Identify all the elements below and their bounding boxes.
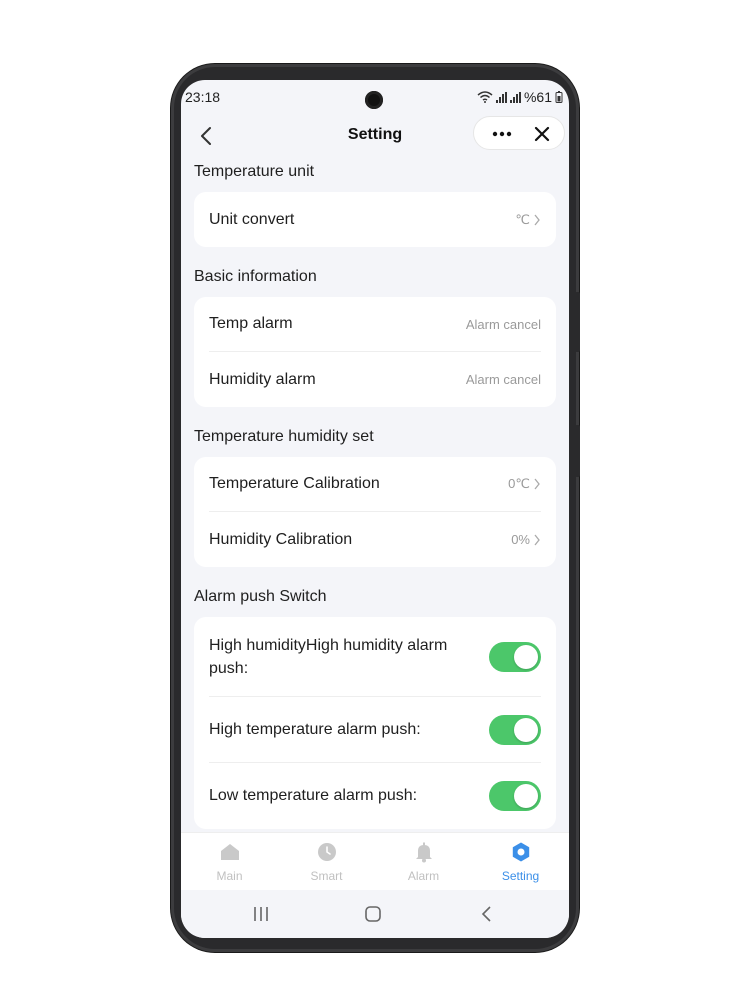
battery-text: %61 [523, 89, 552, 105]
nav-bar: Setting [181, 114, 569, 158]
row-label: High temperature alarm push: [209, 720, 421, 738]
row-label: Unit convert [209, 210, 295, 228]
chevron-right-icon [534, 478, 540, 490]
row-high-humidity-push: High humidityHigh humidity alarm push: [209, 617, 541, 697]
tab-label: Main [216, 869, 243, 883]
tab-label: Setting [501, 869, 540, 883]
settings-content: Temperature unit Unit convert ℃ Basic in… [194, 158, 556, 845]
bell-icon [415, 842, 432, 863]
row-high-temperature-push: High temperature alarm push: [209, 697, 541, 763]
row-temp-alarm[interactable]: Temp alarm Alarm cancel [209, 297, 541, 352]
tab-label: Alarm [407, 869, 440, 883]
row-label: Low temperature alarm push: [209, 787, 418, 804]
toggle-knob [514, 784, 538, 808]
system-nav-bar [181, 890, 569, 938]
power-button [575, 425, 580, 477]
close-icon[interactable] [530, 122, 554, 146]
phone-screen: 23:18 %61 Setting Temperature unit Unit … [181, 80, 569, 938]
row-label: Temperature Calibration [209, 475, 380, 492]
chevron-right-icon [534, 214, 540, 225]
front-camera [365, 91, 383, 109]
gear-icon [512, 842, 529, 862]
calibration-value: 0℃ [508, 476, 530, 491]
high-temperature-push-toggle[interactable] [489, 714, 541, 745]
signal-icon-1 [495, 91, 507, 103]
tab-smart[interactable]: Smart [278, 833, 375, 890]
row-humidity-calibration[interactable]: Humidity Calibration 0% [209, 512, 541, 567]
row-label: Humidity alarm [209, 370, 316, 388]
card-temperature-unit: Unit convert ℃ [194, 192, 556, 247]
clock-icon [317, 843, 336, 861]
status-icons: %61 [477, 89, 563, 105]
row-value: Alarm cancel [465, 372, 541, 387]
card-basic-information: Temp alarm Alarm cancel Humidity alarm A… [194, 297, 556, 407]
row-label: High humidityHigh humidity alarm push: [209, 636, 448, 677]
volume-button [575, 292, 580, 352]
section-title-alarm-push-switch: Alarm push Switch [194, 588, 327, 605]
row-value: ℃ [515, 212, 541, 228]
home-icon [220, 844, 239, 860]
toggle-knob [514, 717, 538, 742]
signal-icon-2 [509, 91, 521, 103]
row-label: Humidity Calibration [209, 530, 353, 548]
tab-alarm[interactable]: Alarm [375, 833, 472, 890]
recent-apps-icon[interactable] [251, 904, 271, 924]
mini-program-capsule [473, 116, 565, 150]
tab-setting[interactable]: Setting [472, 833, 569, 890]
row-unit-convert[interactable]: Unit convert ℃ [209, 192, 541, 247]
row-low-temperature-push: Low temperature alarm push: [209, 763, 541, 829]
section-title-temperature-humidity-set: Temperature humidity set [194, 428, 374, 445]
high-humidity-push-toggle[interactable] [489, 641, 541, 672]
toggle-knob [514, 644, 538, 669]
home-button-icon[interactable] [363, 904, 383, 924]
status-bar: 23:18 %61 [181, 80, 569, 114]
calibration-value: 0% [511, 532, 530, 547]
tab-main[interactable]: Main [181, 833, 278, 890]
row-temperature-calibration[interactable]: Temperature Calibration 0℃ [209, 457, 541, 512]
unit-value: ℃ [515, 211, 530, 227]
bottom-tab-bar: Main Smart Alarm Setting [181, 832, 569, 890]
card-temperature-humidity-set: Temperature Calibration 0℃ Humidity Cali… [194, 457, 556, 567]
row-value: Alarm cancel [465, 316, 541, 332]
section-title-temperature-unit: Temperature unit [194, 163, 315, 180]
status-time: 23:18 [185, 89, 221, 105]
row-value: 0% [511, 532, 541, 547]
chevron-right-icon [534, 534, 540, 545]
system-back-icon[interactable] [477, 904, 497, 924]
battery-icon [555, 91, 563, 103]
wifi-icon [477, 91, 493, 103]
tab-label: Smart [310, 869, 343, 883]
row-value: 0℃ [508, 476, 541, 492]
card-alarm-push-switch: High humidityHigh humidity alarm push: H… [194, 617, 556, 829]
more-icon[interactable] [488, 122, 516, 146]
section-title-basic-information: Basic information [194, 268, 317, 285]
row-humidity-alarm[interactable]: Humidity alarm Alarm cancel [209, 352, 541, 407]
low-temperature-push-toggle[interactable] [489, 781, 541, 811]
row-label: Temp alarm [209, 315, 293, 332]
